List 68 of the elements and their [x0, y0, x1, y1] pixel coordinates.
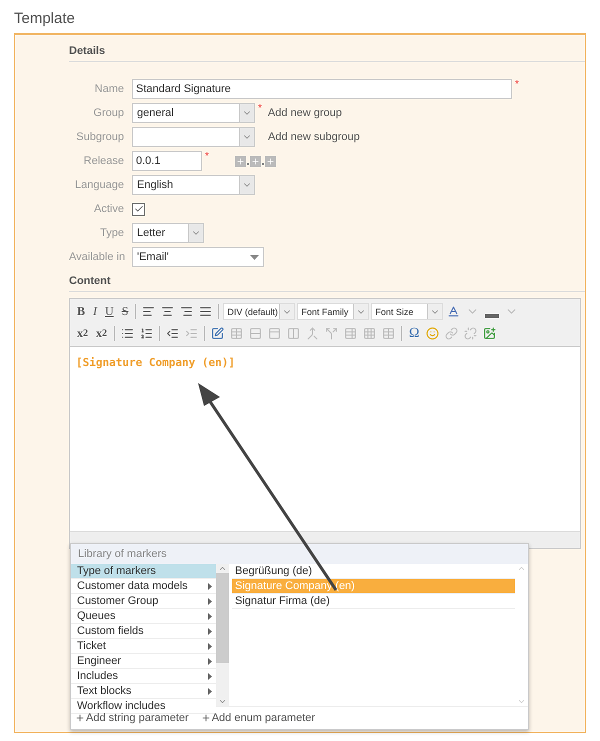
submenu-arrow-icon	[208, 628, 212, 634]
submenu-arrow-icon	[208, 688, 212, 694]
checkbox[interactable]	[132, 202, 145, 216]
special-character-button[interactable]: Ω	[406, 324, 422, 342]
category-item[interactable]: Workflow includes	[71, 699, 216, 714]
select-field[interactable]: Letter	[132, 223, 204, 243]
marker-item[interactable]: Signatur Firma (de)	[232, 594, 515, 609]
required-mark: *	[258, 103, 262, 114]
check-icon	[134, 204, 144, 214]
plus-button[interactable]	[234, 156, 246, 166]
field-label: Subgroup	[75, 131, 124, 143]
smiley-icon[interactable]	[424, 324, 442, 342]
format-button[interactable]: B	[74, 302, 88, 320]
category-item[interactable]: Queues	[71, 609, 216, 624]
select-field[interactable]	[132, 127, 255, 147]
add-link[interactable]: Add new group	[268, 107, 342, 119]
toolbar-dropdown[interactable]: DIV (default)	[223, 303, 296, 320]
page-title: Template	[14, 10, 76, 27]
category-item[interactable]: Customer data models	[71, 579, 216, 594]
name-field[interactable]: Standard Signature	[132, 79, 512, 99]
plus-button[interactable]	[250, 156, 261, 166]
required-mark: *	[205, 151, 209, 162]
add-link[interactable]: Add new subgroup	[268, 131, 360, 143]
select-field[interactable]: 'Email'	[132, 247, 264, 267]
category-item[interactable]: Customer Group	[71, 594, 216, 609]
category-item[interactable]: Ticket	[71, 639, 216, 654]
scroll-down-icon[interactable]	[517, 697, 526, 706]
format-button[interactable]: I	[90, 302, 100, 320]
format-button[interactable]: U	[102, 302, 117, 320]
scroll-down-icon[interactable]	[218, 697, 227, 706]
select-field[interactable]: English	[132, 175, 255, 195]
field-label: Name	[94, 83, 124, 95]
submenu-arrow-icon	[208, 582, 212, 590]
submenu-arrow-icon	[208, 672, 212, 680]
toolbar-dropdown[interactable]: Font Family	[297, 303, 370, 320]
add-parameter-link[interactable]: Add string parameter	[75, 712, 189, 724]
release-field[interactable]: 0.0.1	[132, 151, 202, 171]
section-heading: Details	[69, 35, 585, 62]
submenu-arrow-icon	[208, 612, 212, 620]
field-label: Active	[93, 203, 124, 215]
marker-item[interactable]: Begrüßung (de)	[232, 564, 515, 579]
field-label: Language	[74, 179, 124, 191]
add-parameter-link[interactable]: Add enum parameter	[200, 712, 316, 724]
toolbar-dropdown[interactable]: Font Size	[371, 303, 444, 320]
category-item[interactable]: Custom fields	[71, 624, 216, 639]
field-label: Group	[92, 107, 124, 119]
plus-button[interactable]	[264, 156, 276, 166]
select-field[interactable]: general	[132, 103, 255, 123]
submenu-arrow-icon	[208, 598, 212, 604]
category-item[interactable]: Includes	[71, 669, 216, 684]
scroll-up-icon[interactable]	[218, 564, 227, 573]
popup-title: Library of markers	[71, 544, 528, 564]
category-item[interactable]: Type of markers	[71, 564, 216, 579]
submenu-arrow-icon	[208, 642, 212, 650]
plus-icon	[75, 713, 85, 723]
marker-placeholder: [Signature Company (en)]	[76, 356, 235, 369]
category-item[interactable]: Text blocks	[71, 684, 216, 699]
section-heading: Content	[69, 267, 585, 292]
scroll-up-icon[interactable]	[517, 564, 526, 573]
plus-icon	[200, 713, 211, 723]
dropdown-triangle-icon	[250, 254, 259, 260]
field-label: Available in	[69, 251, 124, 263]
category-item[interactable]: Engineer	[71, 654, 216, 669]
submenu-arrow-icon	[208, 658, 212, 664]
required-mark: *	[515, 79, 519, 90]
field-label: Release	[82, 155, 124, 167]
field-label: Type	[99, 227, 124, 239]
format-button[interactable]: S	[118, 302, 132, 320]
